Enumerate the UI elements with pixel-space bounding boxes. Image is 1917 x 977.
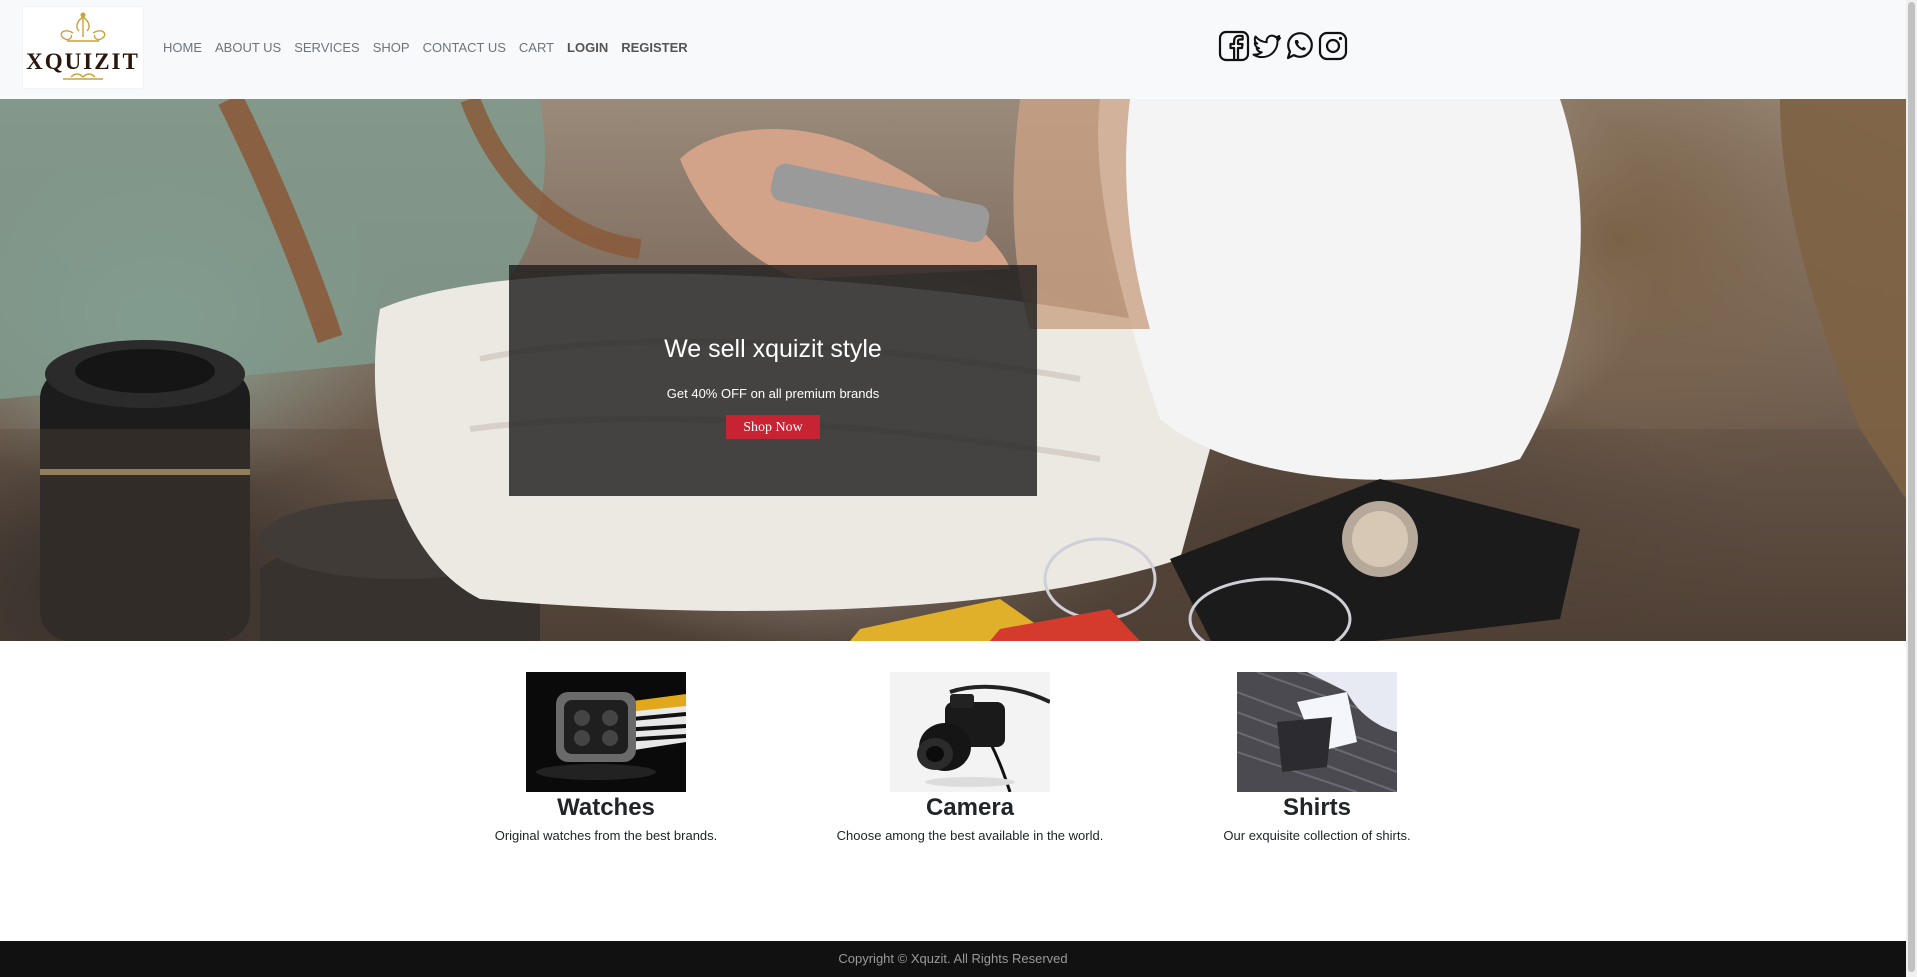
- feature-shirts: Shirts Our exquisite collection of shirt…: [1167, 672, 1467, 844]
- brand-name: XQUIZIT: [26, 49, 140, 74]
- feature-text-camera: Choose among the best available in the w…: [836, 828, 1104, 843]
- page-scrollbar[interactable]: [1906, 0, 1917, 977]
- instagram-icon[interactable]: [1317, 30, 1349, 62]
- nav-register[interactable]: REGISTER: [621, 40, 687, 56]
- facebook-icon[interactable]: [1218, 30, 1250, 62]
- feature-title-camera: Camera: [925, 794, 1015, 821]
- whatsapp-icon[interactable]: [1284, 30, 1316, 62]
- nav-home[interactable]: HOME: [163, 40, 202, 56]
- footer: Copyright © Xquzit. All Rights Reserved: [0, 941, 1906, 977]
- feature-camera: Camera Choose among the best available i…: [820, 672, 1120, 844]
- scrollbar-thumb[interactable]: [1908, 2, 1915, 972]
- feature-text-watches: Original watches from the best brands.: [494, 828, 718, 843]
- hero-title: We sell xquizit style: [664, 335, 882, 363]
- nav-cart[interactable]: CART: [519, 40, 554, 56]
- crown-emblem-icon: [60, 12, 106, 80]
- nav-login[interactable]: LOGIN: [567, 40, 608, 56]
- shirt-image[interactable]: [1237, 672, 1397, 792]
- shop-now-button[interactable]: Shop Now: [726, 415, 820, 439]
- watch-image[interactable]: [526, 672, 686, 792]
- feature-text-shirts: Our exquisite collection of shirts.: [1223, 828, 1411, 843]
- navbar: XQUIZIT HOME ABOUT US SERVICES SHOP CONT…: [0, 0, 1906, 99]
- hero-subtitle: Get 40% OFF on all premium brands: [666, 386, 880, 401]
- hero-banner: We sell xquizit style Get 40% OFF on all…: [0, 99, 1906, 641]
- camera-image[interactable]: [890, 672, 1050, 792]
- feature-watches: Watches Original watches from the best b…: [456, 672, 756, 844]
- twitter-icon[interactable]: [1251, 30, 1283, 62]
- feature-title-watches: Watches: [557, 794, 655, 821]
- brand-logo[interactable]: XQUIZIT: [23, 7, 143, 88]
- social-links: [1218, 30, 1349, 62]
- nav-services[interactable]: SERVICES: [294, 40, 360, 56]
- hero-caption-box: We sell xquizit style Get 40% OFF on all…: [509, 265, 1037, 496]
- main-nav: HOME ABOUT US SERVICES SHOP CONTACT US C…: [163, 40, 701, 56]
- nav-contact-us[interactable]: CONTACT US: [423, 40, 506, 56]
- copyright-text: Copyright © Xquzit. All Rights Reserved: [838, 951, 1068, 966]
- nav-about-us[interactable]: ABOUT US: [215, 40, 281, 56]
- feature-title-shirts: Shirts: [1282, 794, 1351, 821]
- page: XQUIZIT HOME ABOUT US SERVICES SHOP CONT…: [0, 0, 1906, 977]
- nav-shop[interactable]: SHOP: [373, 40, 410, 56]
